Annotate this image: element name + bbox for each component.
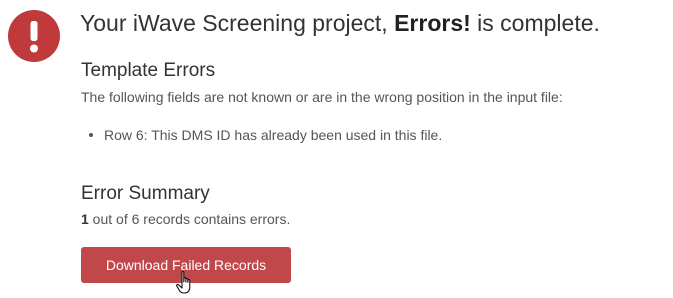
error-count: 1 xyxy=(81,211,89,227)
results-page: Your iWave Screening project, Errors! is… xyxy=(0,0,673,298)
summary-description: out of 6 records contains errors. xyxy=(88,211,291,227)
title-prefix: Your iWave Screening project, xyxy=(80,10,395,36)
project-name: Errors! xyxy=(394,10,471,36)
template-errors-list: Row 6: This DMS ID has already been used… xyxy=(81,126,442,144)
hand-pointer-cursor-icon xyxy=(175,270,197,296)
title-suffix: is complete. xyxy=(470,10,600,36)
template-errors-description: The following fields are not known or ar… xyxy=(81,89,563,105)
template-errors-heading: Template Errors xyxy=(81,60,216,81)
error-summary-heading: Error Summary xyxy=(81,183,210,204)
exclamation-circle-icon xyxy=(8,10,60,62)
error-summary-text: 1 out of 6 records contains errors. xyxy=(81,210,290,228)
list-item: Row 6: This DMS ID has already been used… xyxy=(81,126,442,144)
page-title: Your iWave Screening project, Errors! is… xyxy=(80,8,600,38)
